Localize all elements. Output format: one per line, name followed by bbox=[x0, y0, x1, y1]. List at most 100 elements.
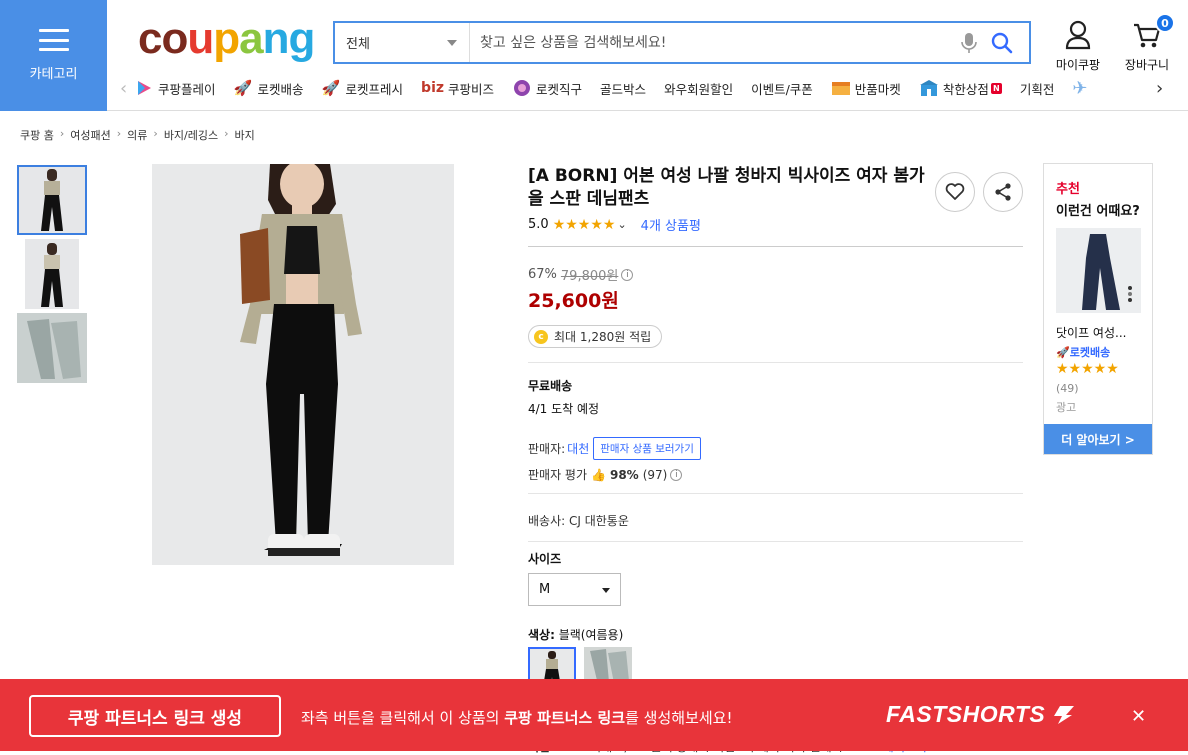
store-icon bbox=[919, 80, 938, 96]
breadcrumb: 쿠팡 홈 › 여성패션 › 의류 › 바지/레깅스 › 바지 bbox=[20, 127, 255, 143]
recommend-heading: 이런건 어때요? bbox=[1056, 204, 1140, 219]
nav-next-arrow[interactable]: › bbox=[1156, 78, 1170, 99]
recommend-stars: ★★★★★ bbox=[1056, 361, 1119, 377]
play-icon bbox=[138, 81, 151, 95]
rocket-label: 로켓배송 bbox=[1069, 346, 1111, 359]
breadcrumb-separator: › bbox=[116, 127, 122, 140]
size-select[interactable]: M bbox=[528, 573, 621, 606]
cart-link[interactable]: 0 장바구니 bbox=[1117, 13, 1177, 73]
nav-rocket-fresh[interactable]: 🚀 로켓프레시 bbox=[322, 79, 404, 98]
nav-good-store[interactable]: 착한상점 N bbox=[919, 79, 1002, 98]
breadcrumb-item[interactable]: 바지 bbox=[235, 127, 255, 143]
product-info: [A BORN] 어본 여성 나팔 청바지 빅사이즈 여자 봄가을 스판 데님팬… bbox=[528, 165, 1023, 695]
seller-name-link[interactable]: 대천 bbox=[567, 440, 589, 457]
nav-special[interactable]: 기획전 bbox=[1020, 79, 1055, 98]
breadcrumb-item[interactable]: 쿠팡 홈 bbox=[20, 127, 54, 143]
seller-rating-label: 판매자 평가 bbox=[528, 468, 588, 482]
cart-count-badge: 0 bbox=[1155, 13, 1175, 33]
seller-label: 판매자: bbox=[528, 442, 566, 456]
product-title: [A BORN] 어본 여성 나팔 청바지 빅사이즈 여자 봄가을 스판 데님팬… bbox=[528, 166, 925, 209]
breadcrumb-separator: › bbox=[224, 127, 229, 140]
nav-label: 반품마켓 bbox=[854, 81, 901, 97]
fastshorts-logo: FASTSHORTS bbox=[886, 701, 1075, 728]
nav-label: 착한상점 bbox=[942, 81, 989, 97]
coin-icon: c bbox=[534, 329, 548, 344]
nav-rocket-delivery[interactable]: 🚀 로켓배송 bbox=[234, 79, 304, 98]
my-coupang-link[interactable]: 마이쿠팡 bbox=[1048, 20, 1108, 73]
share-button[interactable] bbox=[983, 172, 1023, 212]
thumbnail-2[interactable] bbox=[17, 239, 87, 309]
main-product-image[interactable] bbox=[152, 164, 454, 565]
nav-prev-arrow[interactable]: ‹ bbox=[120, 78, 134, 99]
new-badge-icon: N bbox=[990, 82, 1002, 94]
divider bbox=[528, 362, 1023, 363]
recommend-product-image[interactable] bbox=[1056, 228, 1141, 313]
nav-return-market[interactable]: 반품마켓 bbox=[831, 79, 901, 98]
bolt-icon bbox=[1054, 706, 1075, 724]
seller-products-tooltip[interactable]: 판매자 상품 보러가기 bbox=[593, 437, 701, 460]
nav-rocket-direct[interactable]: 로켓직구 bbox=[512, 79, 582, 98]
logo-letter: u bbox=[187, 14, 214, 63]
biz-logo: biz bbox=[421, 80, 445, 96]
info-icon[interactable]: i bbox=[670, 468, 683, 481]
breadcrumb-item[interactable]: 바지/레깅스 bbox=[164, 127, 218, 143]
cart-label: 장바구니 bbox=[1124, 58, 1170, 72]
breadcrumb-item[interactable]: 의류 bbox=[127, 127, 147, 143]
microphone-icon[interactable] bbox=[960, 31, 978, 55]
wishlist-button[interactable] bbox=[935, 172, 975, 212]
close-icon[interactable]: ✕ bbox=[1131, 706, 1146, 727]
nav-label: 와우회원할인 bbox=[664, 81, 734, 97]
brand-text: FASTSHORTS bbox=[886, 701, 1046, 727]
nav-coupang-biz[interactable]: biz 쿠팡비즈 bbox=[421, 79, 494, 98]
breadcrumb-separator: › bbox=[153, 127, 158, 140]
rating-stars: ★★★★★ bbox=[552, 216, 616, 233]
color-label: 색상: bbox=[528, 628, 555, 642]
size-label: 사이즈 bbox=[528, 552, 562, 566]
heart-icon bbox=[945, 183, 965, 200]
banner-message-bold: 쿠팡 파트너스 링크 bbox=[504, 709, 626, 727]
coupang-logo[interactable]: coupang bbox=[138, 14, 315, 64]
nav-events-coupons[interactable]: 이벤트/쿠폰 bbox=[751, 79, 813, 98]
size-value: M bbox=[539, 582, 551, 597]
thumbnail-list bbox=[17, 165, 89, 387]
cashback-text: 최대 1,280원 적립 bbox=[554, 330, 652, 344]
nav-label: 로켓배송 bbox=[257, 81, 304, 97]
search-input[interactable] bbox=[472, 23, 942, 62]
category-menu-button[interactable]: 카테고리 bbox=[0, 0, 107, 111]
search-icon[interactable] bbox=[990, 31, 1014, 55]
create-partners-link-button[interactable]: 쿠팡 파트너스 링크 생성 bbox=[29, 695, 281, 737]
recommend-panel: 추천 이런건 어때요? 닷이프 여성... 🚀로켓배송 ★★★★★ (49) 광… bbox=[1043, 163, 1153, 455]
nav-gold-box[interactable]: 골드박스 bbox=[600, 79, 646, 98]
more-button[interactable]: 더 알아보기 > bbox=[1044, 424, 1152, 454]
search-bar: 전체 bbox=[333, 21, 1031, 64]
arrival-date: 4/1 도착 예정 bbox=[528, 402, 600, 416]
recommend-product-name[interactable]: 닷이프 여성... bbox=[1056, 324, 1146, 341]
review-count-link[interactable]: 4개 상품평 bbox=[641, 215, 701, 234]
search-scope-value: 전체 bbox=[346, 37, 370, 52]
recommend-review-count: (49) bbox=[1056, 382, 1079, 395]
search-scope-select[interactable]: 전체 bbox=[335, 23, 470, 62]
original-price-row: 67% 79,800원 i bbox=[528, 265, 1023, 284]
service-nav: ‹ 쿠팡플레이 🚀 로켓배송 🚀 로켓프레시 biz 쿠팡비즈 로켓직구 골드박… bbox=[120, 76, 1188, 100]
nav-label: 쿠팡비즈 bbox=[448, 81, 495, 97]
seller-rating-value: 98% bbox=[609, 467, 639, 482]
thumbnail-3[interactable] bbox=[17, 313, 87, 383]
rocket-fresh-icon: 🚀 bbox=[321, 79, 341, 97]
thumbnail-1[interactable] bbox=[17, 165, 87, 235]
color-value: 블랙(여름용) bbox=[558, 628, 624, 642]
nav-label: 쿠팡플레이 bbox=[158, 81, 216, 97]
nav-label: 로켓프레시 bbox=[345, 81, 404, 97]
nav-wow-discount[interactable]: 와우회원할인 bbox=[664, 79, 733, 98]
site-header: 카테고리 coupang 전체 마이쿠팡 0 장바구 bbox=[0, 0, 1188, 111]
category-label: 카테고리 bbox=[29, 67, 78, 82]
nav-label: 기획전 bbox=[1019, 81, 1055, 97]
breadcrumb-item[interactable]: 여성패션 bbox=[70, 127, 110, 143]
hamburger-icon bbox=[38, 29, 69, 51]
airplane-icon[interactable]: ✈ bbox=[1072, 78, 1087, 99]
globe-rocket-icon bbox=[514, 80, 531, 96]
breadcrumb-separator: › bbox=[59, 127, 65, 140]
info-icon[interactable]: i bbox=[621, 268, 634, 281]
chevron-down-icon[interactable]: ⌄ bbox=[617, 218, 626, 231]
nav-coupang-play[interactable]: 쿠팡플레이 bbox=[134, 79, 216, 98]
banner-message-pre: 좌측 버튼을 클릭해서 이 상품의 bbox=[301, 709, 505, 727]
